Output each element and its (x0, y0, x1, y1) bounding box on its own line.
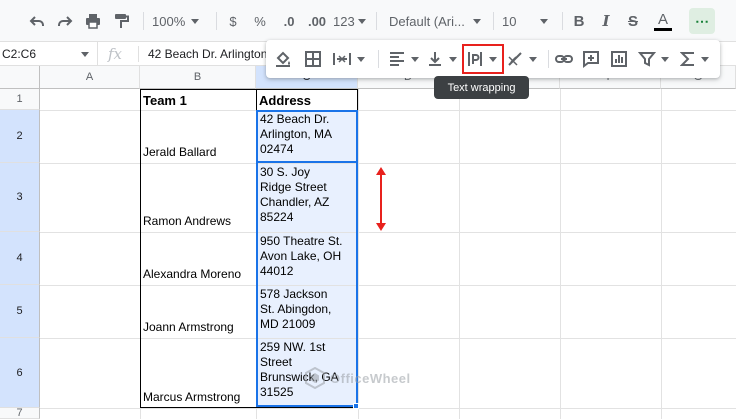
text-wrapping-button[interactable] (466, 47, 497, 71)
chevron-down-icon (472, 18, 481, 24)
row-header-2[interactable]: 2 (0, 110, 40, 163)
toolbar-divider (548, 50, 549, 68)
functions-button[interactable] (680, 47, 709, 71)
grid-line (560, 89, 561, 419)
font-select[interactable]: Default (Ari... (389, 9, 487, 33)
row-header-3[interactable]: 3 (0, 163, 40, 232)
align-bottom-icon (429, 52, 441, 66)
more-formats-select[interactable]: 123 (333, 9, 369, 33)
paint-bucket-icon (276, 51, 290, 67)
text-color-swatch (654, 27, 672, 31)
comment-icon (583, 51, 599, 68)
paint-format-icon[interactable] (110, 9, 132, 33)
text-rotation-button[interactable] (506, 47, 537, 71)
tooltip: Text wrapping (434, 76, 529, 99)
strikethrough-button[interactable]: S (624, 9, 642, 33)
insert-comment-button[interactable] (582, 47, 600, 71)
select-all-corner[interactable] (0, 66, 40, 89)
toolbar-divider (376, 12, 377, 30)
active-cell (256, 110, 358, 163)
fx-icon: fx (108, 45, 123, 63)
chevron-down-icon (489, 56, 497, 62)
toolbar-divider (378, 50, 379, 68)
chevron-down-icon (540, 18, 549, 24)
overflow-toolbar (266, 40, 720, 78)
fill-handle[interactable] (353, 403, 359, 409)
chevron-down-icon (701, 56, 709, 62)
chevron-down-icon (191, 18, 200, 24)
insert-chart-button[interactable] (610, 47, 628, 71)
borders-icon (305, 51, 321, 67)
undo-icon[interactable] (26, 9, 48, 33)
chevron-down-icon (357, 18, 366, 24)
grid-line (40, 408, 736, 409)
decrease-decimal-button[interactable]: .0 (277, 9, 301, 33)
chevron-down-icon (411, 56, 419, 62)
text-rotation-icon (508, 52, 522, 66)
toolbar-divider (216, 12, 217, 30)
filter-icon (638, 52, 656, 67)
redo-icon[interactable] (54, 9, 76, 33)
fill-color-button[interactable] (274, 47, 292, 71)
row-header-6[interactable]: 6 (0, 338, 40, 408)
horizontal-align-button[interactable] (388, 47, 419, 71)
more-options-button[interactable]: ⋯ (689, 8, 715, 34)
italic-button[interactable]: I (597, 9, 615, 33)
toolbar-divider (493, 12, 494, 30)
align-left-icon (390, 52, 404, 66)
row-header-1[interactable]: 1 (0, 89, 40, 110)
name-box[interactable]: C2:C6 (0, 42, 98, 66)
chevron-down-icon (81, 52, 89, 57)
borders-button[interactable] (304, 47, 322, 71)
merge-cells-button[interactable] (332, 47, 365, 71)
text-color-button[interactable]: A (653, 9, 673, 33)
zoom-value: 100% (152, 13, 186, 29)
toolbar-divider (562, 12, 563, 30)
chevron-down-icon (357, 56, 365, 62)
column-header-b[interactable]: B (140, 66, 256, 89)
sigma-icon (680, 52, 694, 66)
print-icon[interactable] (82, 9, 104, 33)
resize-arrow-icon (376, 167, 386, 231)
bold-button[interactable]: B (570, 9, 588, 33)
row-header-7[interactable]: 7 (0, 407, 40, 419)
row-header-4[interactable]: 4 (0, 232, 40, 285)
chart-icon (611, 51, 627, 67)
filter-button[interactable] (638, 47, 669, 71)
grid-line (459, 89, 460, 419)
formula-input[interactable]: 42 Beach Dr. Arlington, MA 02474 (148, 42, 278, 66)
zoom-select[interactable]: 100% (152, 9, 208, 33)
chevron-down-icon (661, 56, 669, 62)
main-toolbar: 100% $ % .0 .00 123 Default (Ari... 10 B… (0, 0, 736, 42)
grid-line (661, 89, 662, 419)
percent-format-button[interactable]: % (251, 9, 269, 33)
toolbar-divider (143, 12, 144, 30)
link-icon (555, 55, 573, 63)
text-wrap-icon (468, 52, 482, 66)
formula-divider (138, 46, 139, 62)
increase-decimal-button[interactable]: .00 (305, 9, 329, 33)
insert-link-button[interactable] (554, 47, 574, 71)
grid-line (358, 89, 359, 419)
chevron-down-icon (529, 56, 537, 62)
currency-format-button[interactable]: $ (224, 9, 242, 33)
vertical-align-button[interactable] (426, 47, 457, 71)
row-header-5[interactable]: 5 (0, 285, 40, 338)
column-header-a[interactable]: A (40, 66, 140, 89)
merge-cells-icon (333, 53, 351, 65)
font-size-select[interactable]: 10 (502, 9, 554, 33)
chevron-down-icon (449, 56, 457, 62)
